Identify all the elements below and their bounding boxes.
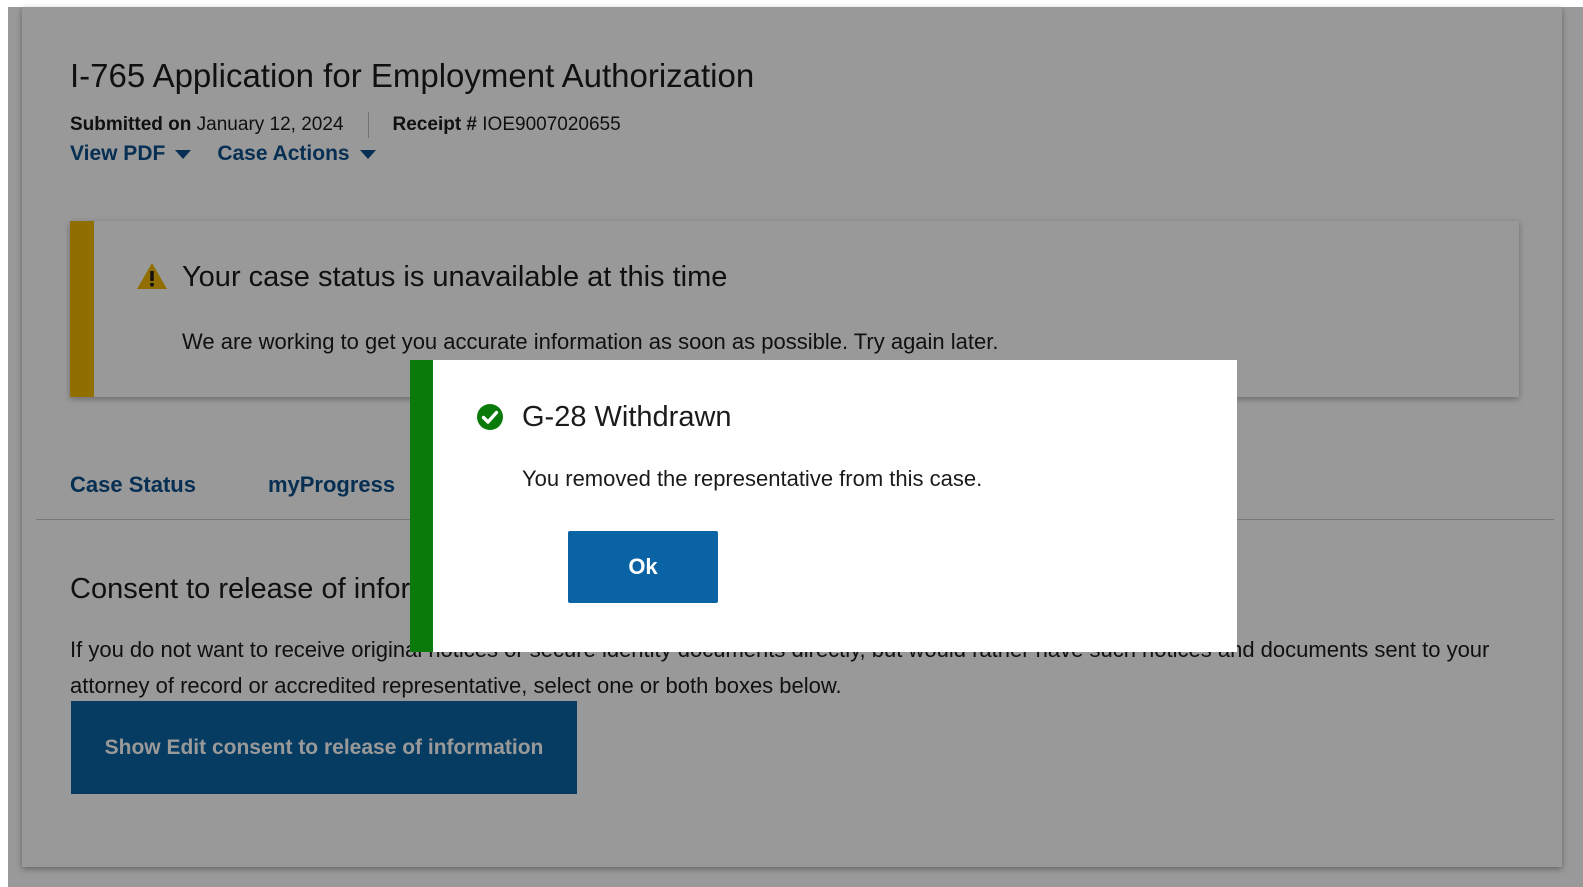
modal-message: You removed the representative from this…: [522, 466, 983, 491]
check-circle-icon: [476, 403, 504, 436]
g28-withdrawn-dialog: G-28 Withdrawn You removed the represent…: [410, 360, 1237, 652]
ok-button[interactable]: Ok: [568, 531, 718, 603]
modal-title: G-28 Withdrawn: [522, 401, 732, 433]
